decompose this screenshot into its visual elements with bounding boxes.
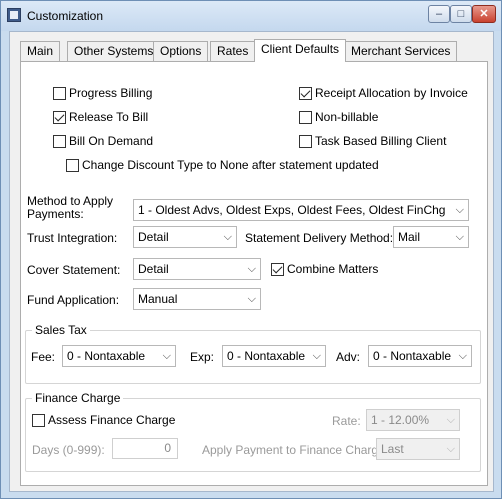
days-label: Days (0-999): (32, 443, 105, 457)
checkbox-box (271, 262, 284, 276)
app-icon (7, 8, 21, 22)
select-value: 0 - Nontaxable (67, 349, 146, 363)
change-discount-checkbox[interactable]: Change Discount Type to None after state… (66, 158, 379, 172)
select-value: 1 - Oldest Advs, Oldest Exps, Oldest Fee… (138, 203, 446, 217)
apply-payment-label: Apply Payment to Finance Charge: (202, 443, 389, 457)
maximize-button[interactable]: □ (450, 5, 472, 23)
task-based-billing-checkbox[interactable]: Task Based Billing Client (299, 134, 446, 148)
window-title: Customization (27, 9, 104, 23)
finance-charge-title: Finance Charge (32, 391, 124, 405)
statement-delivery-select[interactable]: Mail ⌵ (393, 226, 469, 248)
select-value: Detail (138, 262, 169, 276)
trust-integration-label: Trust Integration: (27, 231, 118, 245)
checkbox-label: Change Discount Type to None after state… (82, 158, 379, 172)
dialog-body: Main Other Systems Options Rates Client … (9, 31, 494, 492)
apply-payment-select[interactable]: Last ⌵ (376, 438, 460, 460)
checkbox-label: Release To Bill (69, 110, 149, 124)
chevron-down-icon: ⌵ (446, 414, 455, 426)
select-value: Mail (398, 230, 421, 244)
combine-matters-checkbox[interactable]: Combine Matters (271, 262, 378, 276)
sales-tax-group: Sales Tax Fee: 0 - Nontaxable ⌵ Exp: 0 -… (25, 323, 481, 384)
tab-strip: Main Other Systems Options Rates Client … (20, 39, 490, 62)
fee-tax-select[interactable]: 0 - Nontaxable ⌵ (62, 345, 176, 367)
select-value: 0 - Nontaxable (373, 349, 452, 363)
sales-tax-title: Sales Tax (32, 323, 90, 337)
checkbox-box (299, 110, 312, 124)
tab-client-defaults[interactable]: Client Defaults (254, 39, 347, 62)
checkbox-box (53, 86, 66, 100)
select-value: 1 - 12.00% (371, 413, 430, 427)
method-label-line-2: Payments: (27, 207, 84, 221)
adv-label: Adv: (336, 350, 361, 364)
days-input[interactable]: 0 (112, 438, 178, 459)
non-billable-checkbox[interactable]: Non-billable (299, 110, 378, 124)
checkbox-box (299, 134, 312, 148)
exp-label: Exp: (190, 350, 215, 364)
fund-application-select[interactable]: Manual ⌵ (133, 288, 261, 310)
title-bar[interactable]: Customization – □ ✕ (1, 1, 501, 31)
bill-on-demand-checkbox[interactable]: Bill On Demand (53, 134, 153, 148)
select-value: Last (381, 442, 404, 456)
chevron-down-icon: ⌵ (223, 231, 232, 243)
assess-finance-charge-checkbox[interactable]: Assess Finance Charge (32, 413, 175, 427)
rate-select[interactable]: 1 - 12.00% ⌵ (366, 409, 460, 431)
chevron-down-icon: ⌵ (458, 350, 467, 362)
tab-main[interactable]: Main (20, 41, 61, 61)
finance-charge-group: Finance Charge Assess Finance Charge Rat… (25, 391, 481, 472)
checkbox-label: Combine Matters (287, 262, 379, 276)
method-to-apply-select[interactable]: 1 - Oldest Advs, Oldest Exps, Oldest Fee… (133, 199, 469, 221)
select-value: Manual (138, 292, 178, 306)
close-button[interactable]: ✕ (472, 5, 496, 23)
fee-label: Fee: (31, 350, 56, 364)
select-value: Detail (138, 230, 169, 244)
checkbox-label: Progress Billing (69, 86, 153, 100)
exp-tax-select[interactable]: 0 - Nontaxable ⌵ (222, 345, 326, 367)
minimize-button[interactable]: – (428, 5, 450, 23)
checkbox-box (66, 158, 79, 172)
chevron-down-icon: ⌵ (247, 263, 256, 275)
chevron-down-icon: ⌵ (162, 350, 171, 362)
customization-window: Customization – □ ✕ Main Other Systems O… (0, 0, 502, 499)
checkbox-label: Non-billable (315, 110, 379, 124)
chevron-down-icon: ⌵ (312, 350, 321, 362)
tab-rates[interactable]: Rates (210, 41, 256, 61)
receipt-allocation-checkbox[interactable]: Receipt Allocation by Invoice (299, 86, 468, 100)
chevron-down-icon: ⌵ (455, 231, 464, 243)
select-value: 0 - Nontaxable (227, 349, 306, 363)
tab-options[interactable]: Options (153, 41, 209, 61)
chevron-down-icon: ⌵ (247, 293, 256, 305)
trust-integration-select[interactable]: Detail ⌵ (133, 226, 237, 248)
progress-billing-checkbox[interactable]: Progress Billing (53, 86, 152, 100)
checkbox-label: Assess Finance Charge (48, 413, 176, 427)
checkbox-label: Task Based Billing Client (315, 134, 447, 148)
tab-merchant-services[interactable]: Merchant Services (344, 41, 458, 61)
tab-other-systems[interactable]: Other Systems (67, 41, 161, 61)
method-to-apply-label: Method to Apply Payments: (27, 195, 113, 221)
cover-statement-label: Cover Statement: (27, 263, 121, 277)
checkbox-label: Receipt Allocation by Invoice (315, 86, 468, 100)
adv-tax-select[interactable]: 0 - Nontaxable ⌵ (368, 345, 472, 367)
statement-delivery-label: Statement Delivery Method: (245, 231, 394, 245)
checkbox-box (53, 134, 66, 148)
rate-label: Rate: (332, 414, 361, 428)
client-defaults-panel: Progress Billing Receipt Allocation by I… (20, 61, 488, 486)
checkbox-label: Bill On Demand (69, 134, 154, 148)
chevron-down-icon: ⌵ (446, 443, 455, 455)
release-to-bill-checkbox[interactable]: Release To Bill (53, 110, 148, 124)
checkbox-box (299, 86, 312, 100)
chevron-down-icon: ⌵ (455, 204, 464, 216)
cover-statement-select[interactable]: Detail ⌵ (133, 258, 261, 280)
checkbox-box (32, 413, 45, 427)
checkbox-box (53, 110, 66, 124)
fund-application-label: Fund Application: (27, 293, 120, 307)
